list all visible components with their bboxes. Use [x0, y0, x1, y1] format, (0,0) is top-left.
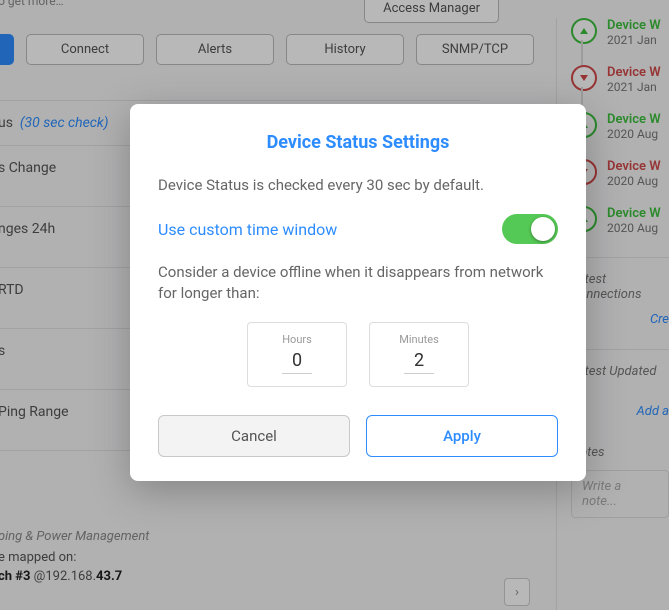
- minutes-field[interactable]: Minutes 2: [369, 322, 469, 387]
- modal-title: Device Status Settings: [158, 132, 558, 153]
- hours-field[interactable]: Hours 0: [247, 322, 347, 387]
- device-status-settings-modal: Device Status Settings Device Status is …: [130, 104, 586, 481]
- apply-button[interactable]: Apply: [366, 415, 558, 457]
- custom-window-label: Use custom time window: [158, 220, 337, 239]
- hours-label: Hours: [248, 333, 346, 346]
- toggle-knob: [531, 217, 555, 241]
- cancel-button[interactable]: Cancel: [158, 415, 350, 457]
- modal-intro: Device Status is checked every 30 sec by…: [158, 175, 558, 196]
- modal-description: Consider a device offline when it disapp…: [158, 262, 558, 304]
- custom-window-toggle[interactable]: [502, 214, 558, 244]
- hours-value[interactable]: 0: [282, 350, 312, 374]
- minutes-label: Minutes: [370, 333, 468, 346]
- minutes-value[interactable]: 2: [404, 350, 434, 374]
